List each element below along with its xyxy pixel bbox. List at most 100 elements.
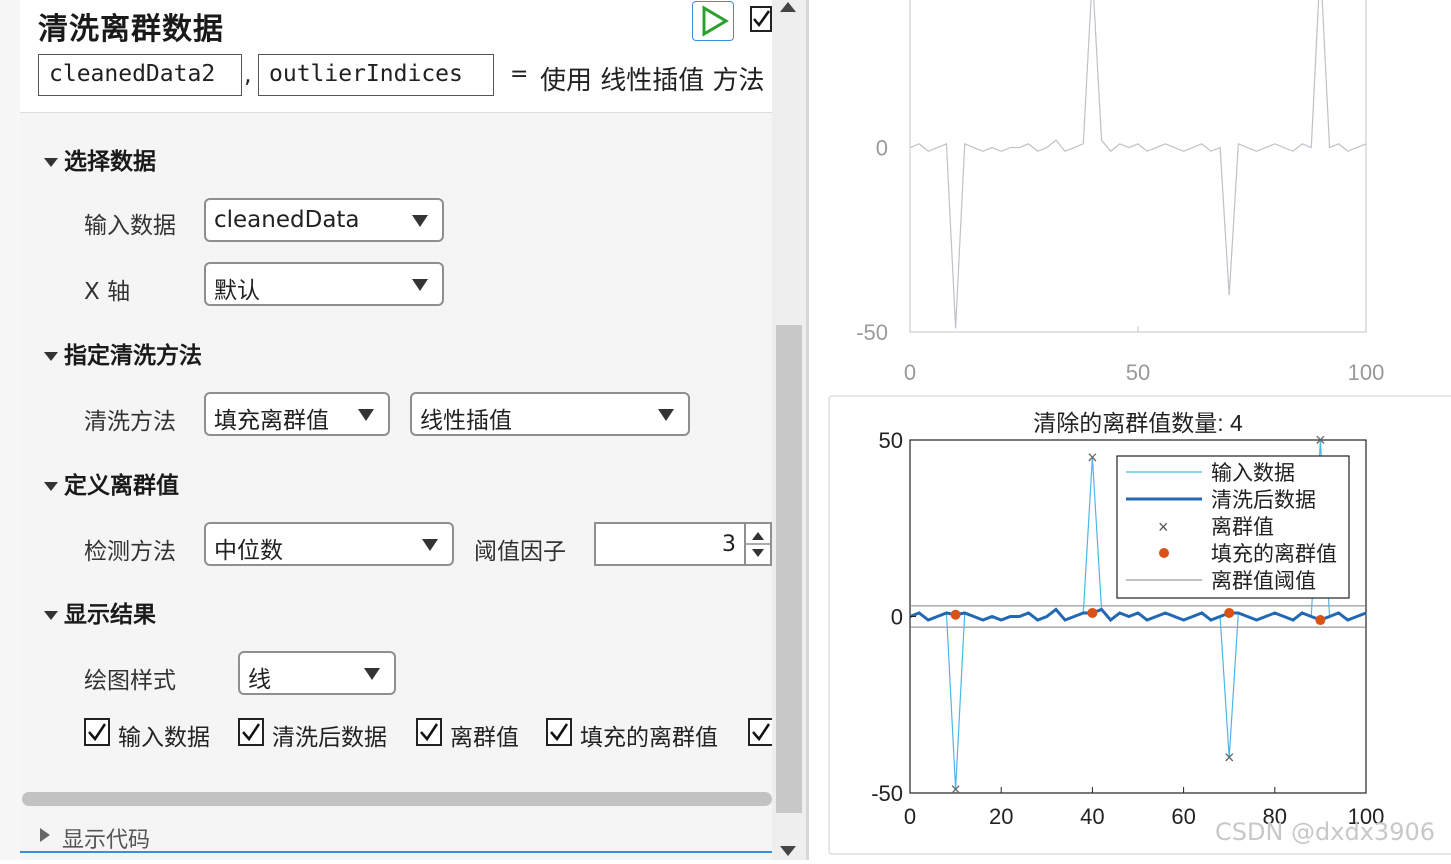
top-chart-x-tick: 100 [1348, 360, 1385, 385]
autorun-checkbox[interactable] [750, 6, 772, 32]
top-chart-y-tick: -50 [856, 320, 888, 345]
plot-style-dropdown[interactable]: 线 [238, 651, 396, 695]
legend-label: 离群值 [1211, 516, 1274, 539]
triangle-down-icon [358, 409, 374, 421]
legend-label: 离群值阈值 [1211, 570, 1316, 593]
bottom-chart-y-tick: -50 [871, 781, 903, 806]
section-method[interactable]: 指定清洗方法 [44, 336, 202, 370]
left-gutter [0, 0, 21, 860]
bottom-chart-x-tick: 40 [1080, 804, 1104, 829]
checkmark-icon [550, 723, 569, 742]
filled-outlier-marker [1315, 615, 1326, 626]
triangle-down-icon [422, 539, 438, 551]
checkmark-icon [88, 723, 107, 742]
checkmark-icon [752, 723, 771, 742]
output-variable-1[interactable]: cleanedData2 [38, 54, 242, 96]
bottom-chart-title: 清除的离群值数量: 4 [1033, 410, 1243, 436]
method-dropdown[interactable]: 填充离群值 [204, 392, 390, 436]
output-variable-2[interactable]: outlierIndices [258, 54, 494, 96]
fill-method-dropdown[interactable]: 线性插值 [410, 392, 690, 436]
triangle-down-icon [412, 215, 428, 227]
triangle-down-icon [658, 409, 674, 421]
bottom-chart-x-tick: 0 [904, 804, 916, 829]
x-axis-dropdown[interactable]: 默认 [204, 262, 444, 306]
dropdown-value: 中位数 [214, 538, 283, 564]
watermark: CSDN @dxdx3906 [1215, 818, 1436, 846]
threshold-input[interactable]: 3 [594, 522, 744, 566]
checkbox-outliers[interactable] [416, 718, 442, 746]
collapse-triangle-icon [44, 611, 58, 620]
threshold-spinner[interactable] [744, 522, 772, 566]
task-description: 使用 线性插值 方法 [540, 66, 765, 96]
checkmark-icon [420, 723, 439, 742]
outlier-marker: × [950, 779, 961, 799]
triangle-down-icon [412, 279, 428, 291]
checkmark-icon [753, 10, 771, 28]
dropdown-value: 填充离群值 [214, 408, 329, 434]
bottom-chart: 清除的离群值数量: 4 ×××× 0 20 40 60 80 100-50050 × 输入… [871, 410, 1384, 829]
focus-underline [20, 851, 772, 853]
input-data-dropdown[interactable]: cleanedData [204, 198, 444, 242]
dropdown-value: 线 [248, 667, 271, 693]
checkbox-thresholds[interactable] [748, 718, 772, 746]
detect-method-dropdown[interactable]: 中位数 [204, 522, 454, 566]
show-code-toggle[interactable]: 显示代码 [62, 822, 150, 854]
section-heading: 定义离群值 [64, 473, 179, 499]
legend: × 输入数据 清洗后数据 离群值 填充的离群值 离群值阈值 [1116, 455, 1350, 599]
bottom-chart-x-tick: 20 [989, 804, 1013, 829]
collapse-triangle-icon [44, 482, 58, 491]
expand-triangle-icon[interactable] [40, 828, 50, 842]
top-chart: 0 50 100 -50 0 [856, 0, 1384, 385]
section-heading: 选择数据 [64, 149, 156, 175]
checkbox-input-data[interactable] [84, 718, 110, 746]
filled-outlier-marker [1224, 607, 1235, 618]
collapse-triangle-icon [44, 158, 58, 167]
task-title: 清洗离群数据 [38, 12, 224, 47]
spinner-arrows-icon [746, 532, 770, 557]
outlier-marker: × [1315, 430, 1326, 450]
equals-sign: = [510, 62, 529, 87]
top-chart-x-tick: 50 [1126, 360, 1150, 385]
checkmark-icon [242, 723, 261, 742]
top-chart-x-tick: 0 [904, 360, 916, 385]
scroll-up-icon [780, 2, 796, 12]
bottom-chart-y-tick: 0 [891, 605, 903, 630]
dropdown-value: 线性插值 [420, 408, 512, 434]
section-display[interactable]: 显示结果 [44, 595, 156, 629]
play-icon [702, 5, 729, 37]
run-button[interactable] [692, 1, 734, 41]
triangle-down-icon [364, 668, 380, 680]
section-define-outliers[interactable]: 定义离群值 [44, 466, 179, 500]
detect-method-label: 检测方法 [84, 539, 176, 565]
dropdown-value: cleanedData [214, 207, 360, 233]
outlier-marker: × [1224, 748, 1235, 768]
section-select-data[interactable]: 选择数据 [44, 142, 156, 176]
filled-outlier-marker [1087, 607, 1098, 618]
bottom-chart-y-tick: 50 [879, 428, 903, 453]
checkbox-cleaned-data[interactable] [238, 718, 264, 746]
filled-outlier-marker [950, 609, 961, 620]
legend-label: 填充的离群值 [1211, 543, 1337, 566]
x-axis-label: X 轴 [84, 279, 131, 305]
checkbox-filled-outliers[interactable] [546, 718, 572, 746]
legend-label: 输入数据 [1211, 462, 1295, 485]
legend-swatch-outlier: × [1158, 517, 1169, 537]
dropdown-value: 默认 [214, 278, 260, 304]
checkbox-label: 离群值 [450, 725, 519, 751]
plot-style-label: 绘图样式 [84, 668, 176, 694]
outlier-marker: × [1087, 448, 1098, 468]
legend-swatch-filled [1159, 548, 1169, 558]
method-label: 清洗方法 [84, 409, 176, 435]
scroll-down-icon [780, 846, 796, 856]
section-heading: 显示结果 [64, 602, 156, 628]
input-data-label: 输入数据 [84, 213, 176, 239]
checkbox-label: 输入数据 [118, 725, 210, 751]
threshold-label: 阈值因子 [474, 539, 566, 565]
vertical-scroll-thumb[interactable] [776, 325, 802, 813]
checkbox-label: 清洗后数据 [272, 725, 387, 751]
checkbox-label: 填充的离群值 [580, 725, 718, 751]
horizontal-scrollbar[interactable] [22, 792, 772, 806]
section-heading: 指定清洗方法 [64, 343, 202, 369]
top-chart-y-tick: 0 [876, 136, 888, 161]
bottom-chart-x-tick: 60 [1171, 804, 1195, 829]
